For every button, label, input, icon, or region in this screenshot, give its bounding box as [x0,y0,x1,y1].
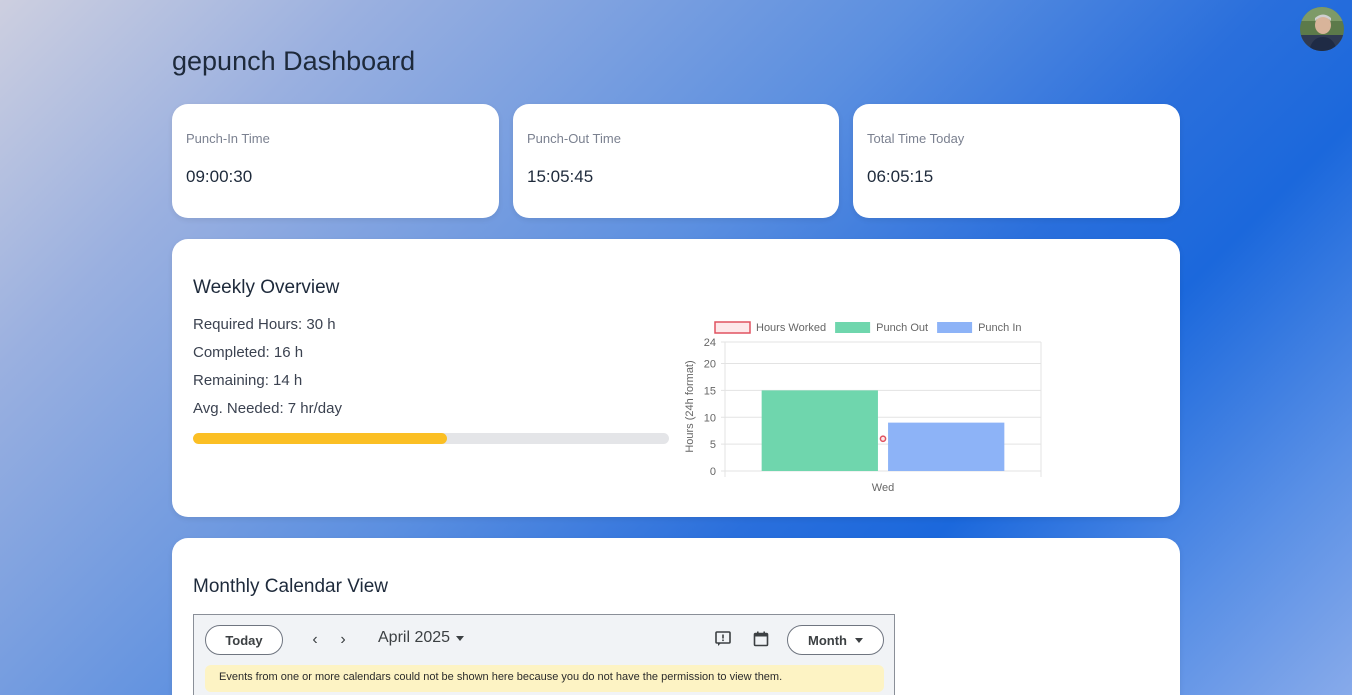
chevron-down-icon [854,637,863,643]
legend-swatch-0 [714,321,751,334]
today-button[interactable]: Today [205,625,283,655]
punch-in-value: 09:00:30 [186,167,253,186]
punch-in-label: Punch-In Time [186,131,270,146]
user-avatar[interactable] [1300,7,1344,51]
legend-swatch-1 [835,322,871,333]
punch-out-label: Punch-Out Time [527,131,621,146]
punch-out-value: 15:05:45 [527,167,594,186]
view-selector-button[interactable]: Month [787,625,884,655]
y-tick-label-0: 0 [710,466,716,478]
completed-hours: Completed: 16 h [193,344,304,361]
remaining-hours: Remaining: 14 h [193,372,303,389]
legend-label-2: Punch In [978,322,1021,334]
punch-out-card: Punch-Out Time 15:05:45 [513,104,839,218]
y-tick-label-4: 20 [704,359,716,371]
weekly-progress-fill [193,433,447,444]
view-label: Month [808,632,847,648]
y-tick-label-2: 10 [704,412,716,424]
y-tick-label-3: 15 [704,385,716,397]
weekly-chart: Hours Worked Punch Out Punch In 0 5 10 15 20 24 H… [684,321,1042,494]
total-time-value: 06:05:15 [867,167,934,186]
monthly-calendar-panel: Monthly Calendar View Today ‹ › April 20… [172,538,1180,695]
total-time-card: Total Time Today 06:05:15 [853,104,1180,218]
total-time-label: Total Time Today [867,131,965,146]
month-selector[interactable]: April 2025 [378,629,465,647]
point-hours-worked-0 [879,435,887,443]
next-month-icon[interactable]: › [332,629,354,651]
weekly-overview-panel: Weekly Overview Required Hours: 30 h Com… [172,239,1180,517]
x-tick-label-0: Wed [872,482,894,494]
avatar-photo [1300,7,1344,51]
y-axis-label: Hours (24h format) [684,360,696,452]
bar-punch-out-0 [761,390,878,471]
legend-label-0: Hours Worked [756,322,826,334]
prev-month-icon[interactable]: ‹ [304,629,326,651]
avg-needed: Avg. Needed: 7 hr/day [193,400,342,417]
y-tick-label-1: 5 [710,439,716,451]
legend-label-1: Punch Out [876,322,928,334]
legend-swatch-2 [937,322,973,333]
page-title: gepunch Dashboard [172,46,416,76]
bar-punch-in-0 [888,422,1005,471]
y-tick-label-5: 24 [704,337,716,349]
weekly-progress-bar [193,433,669,444]
feedback-icon[interactable] [714,630,732,648]
weekly-overview-title: Weekly Overview [193,277,340,298]
required-hours: Required Hours: 30 h [193,316,336,333]
punch-in-card: Punch-In Time 09:00:30 [172,104,499,218]
calendar-widget: Today ‹ › April 2025 Month Events from o… [193,614,895,695]
chevron-down-icon [456,635,465,641]
monthly-calendar-title: Monthly Calendar View [193,576,389,597]
calendar-icon[interactable] [752,630,770,648]
permission-notice: Events from one or more calendars could … [205,665,884,692]
month-label: April 2025 [378,629,451,646]
